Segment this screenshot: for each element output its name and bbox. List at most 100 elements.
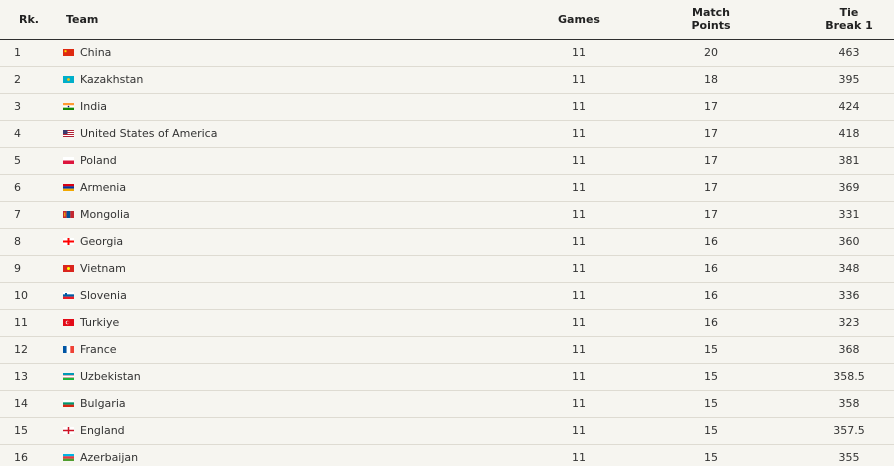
match-points-header-line2: Points	[691, 19, 731, 32]
table-row[interactable]: 7 Mongolia 11 17 331	[0, 202, 894, 229]
games-cell: 11	[572, 451, 586, 464]
china-flag-icon	[63, 49, 74, 56]
match-points-cell: 16	[704, 262, 718, 275]
table-row[interactable]: 13 Uzbekistan 11 15 358.5	[0, 364, 894, 391]
rank-cell: 5	[14, 154, 21, 167]
rank-column-header[interactable]: Rk.	[19, 13, 39, 26]
games-cell: 11	[572, 235, 586, 248]
games-cell: 11	[572, 181, 586, 194]
team-name-cell[interactable]: Slovenia	[80, 283, 127, 309]
rank-cell: 15	[14, 424, 28, 437]
match-points-cell: 16	[704, 289, 718, 302]
table-row[interactable]: 15 England 11 15 357.5	[0, 418, 894, 445]
games-cell: 11	[572, 397, 586, 410]
georgia-flag-icon	[63, 238, 74, 245]
france-flag-icon	[63, 346, 74, 353]
turkiye-flag-icon	[63, 319, 74, 326]
table-row[interactable]: 9 Vietnam 11 16 348	[0, 256, 894, 283]
games-cell: 11	[572, 343, 586, 356]
table-row[interactable]: 4 United States of America 11 17 418	[0, 121, 894, 148]
match-points-cell: 15	[704, 370, 718, 383]
table-row[interactable]: 14 Bulgaria 11 15 358	[0, 391, 894, 418]
table-row[interactable]: 8 Georgia 11 16 360	[0, 229, 894, 256]
match-points-cell: 15	[704, 397, 718, 410]
table-row[interactable]: 16 Azerbaijan 11 15 355	[0, 445, 894, 466]
match-points-cell: 20	[704, 46, 718, 59]
team-name-cell[interactable]: Turkiye	[80, 310, 119, 336]
tiebreak-cell: 381	[838, 154, 860, 167]
rank-cell: 16	[14, 451, 28, 464]
match-points-cell: 16	[704, 316, 718, 329]
table-row[interactable]: 11 Turkiye 11 16 323	[0, 310, 894, 337]
match-points-cell: 17	[704, 181, 718, 194]
games-column-header[interactable]: Games	[548, 13, 610, 26]
games-cell: 11	[572, 424, 586, 437]
tiebreak-cell: 369	[838, 181, 860, 194]
tiebreak-cell: 360	[838, 235, 860, 248]
rank-cell: 9	[14, 262, 21, 275]
tiebreak-header-line1: Tie	[839, 6, 859, 19]
table-row[interactable]: 12 France 11 15 368	[0, 337, 894, 364]
slovenia-flag-icon	[63, 292, 74, 299]
rank-cell: 11	[14, 316, 28, 329]
table-body: 1 China 11 20 463 2 Kazakhstan 11 18 395 3 India 11 1…	[0, 40, 894, 466]
rank-cell: 6	[14, 181, 21, 194]
team-name-cell[interactable]: United States of America	[80, 121, 217, 147]
games-cell: 11	[572, 289, 586, 302]
team-name-cell[interactable]: Azerbaijan	[80, 445, 138, 466]
team-column-header[interactable]: Team	[66, 13, 98, 26]
match-points-header-line1: Match	[692, 6, 730, 19]
rank-cell: 2	[14, 73, 21, 86]
rank-cell: 1	[14, 46, 21, 59]
team-name-cell[interactable]: Uzbekistan	[80, 364, 141, 390]
tiebreak-column-header[interactable]: Tie Break 1	[818, 6, 880, 32]
match-points-cell: 17	[704, 100, 718, 113]
team-name-cell[interactable]: Georgia	[80, 229, 123, 255]
team-name-cell[interactable]: Poland	[80, 148, 117, 174]
table-row[interactable]: 10 Slovenia 11 16 336	[0, 283, 894, 310]
poland-flag-icon	[63, 157, 74, 164]
games-cell: 11	[572, 127, 586, 140]
rank-cell: 8	[14, 235, 21, 248]
match-points-column-header[interactable]: Match Points	[680, 6, 742, 32]
table-row[interactable]: 1 China 11 20 463	[0, 40, 894, 67]
match-points-cell: 17	[704, 154, 718, 167]
team-name-cell[interactable]: England	[80, 418, 125, 444]
table-row[interactable]: 6 Armenia 11 17 369	[0, 175, 894, 202]
team-name-cell[interactable]: Kazakhstan	[80, 67, 143, 93]
games-cell: 11	[572, 316, 586, 329]
team-name-cell[interactable]: Mongolia	[80, 202, 130, 228]
team-name-cell[interactable]: France	[80, 337, 117, 363]
games-cell: 11	[572, 73, 586, 86]
tiebreak-cell: 368	[838, 343, 860, 356]
rank-cell: 7	[14, 208, 21, 221]
table-row[interactable]: 3 India 11 17 424	[0, 94, 894, 121]
armenia-flag-icon	[63, 184, 74, 191]
bulgaria-flag-icon	[63, 400, 74, 407]
azerbaijan-flag-icon	[63, 454, 74, 461]
games-cell: 11	[572, 154, 586, 167]
match-points-cell: 16	[704, 235, 718, 248]
table-row[interactable]: 2 Kazakhstan 11 18 395	[0, 67, 894, 94]
rank-cell: 14	[14, 397, 28, 410]
table-header: Rk. Team Games Match Points Tie Break 1	[0, 0, 894, 40]
table-row[interactable]: 5 Poland 11 17 381	[0, 148, 894, 175]
team-name-cell[interactable]: China	[80, 40, 111, 66]
rank-cell: 3	[14, 100, 21, 113]
team-name-cell[interactable]: Vietnam	[80, 256, 126, 282]
tiebreak-cell: 355	[838, 451, 860, 464]
team-name-cell[interactable]: Armenia	[80, 175, 126, 201]
rank-cell: 12	[14, 343, 28, 356]
team-name-cell[interactable]: Bulgaria	[80, 391, 126, 417]
tiebreak-cell: 331	[838, 208, 860, 221]
tiebreak-cell: 336	[838, 289, 860, 302]
india-flag-icon	[63, 103, 74, 110]
team-name-cell[interactable]: India	[80, 94, 107, 120]
tiebreak-cell: 323	[838, 316, 860, 329]
games-cell: 11	[572, 208, 586, 221]
games-cell: 11	[572, 262, 586, 275]
match-points-cell: 15	[704, 451, 718, 464]
uzbekistan-flag-icon	[63, 373, 74, 380]
tiebreak-cell: 395	[838, 73, 860, 86]
match-points-cell: 17	[704, 127, 718, 140]
